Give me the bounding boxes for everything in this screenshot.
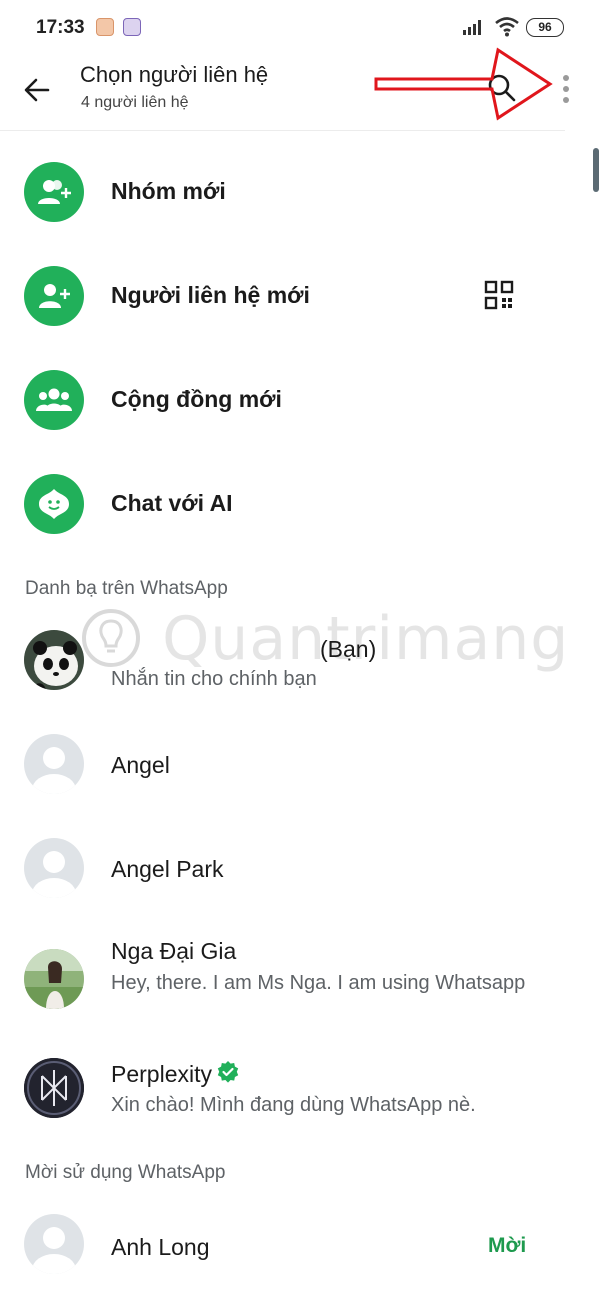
- more-options-button[interactable]: [552, 72, 580, 108]
- contact-row-perplexity[interactable]: Perplexity Xin chào! Mình đang dùng What…: [0, 1058, 580, 1122]
- community-icon: [24, 370, 84, 430]
- chat-with-ai-label: Chat với AI: [111, 490, 233, 516]
- group-add-icon: [24, 162, 84, 222]
- contact-name: Angel: [111, 752, 170, 778]
- app-notification-icon: [96, 18, 114, 36]
- contact-name-text: Perplexity: [111, 1061, 212, 1087]
- scrollbar[interactable]: [593, 148, 599, 192]
- contact-status: Nhắn tin cho chính bạn: [111, 668, 317, 690]
- wifi-icon: [495, 17, 519, 37]
- verified-badge-icon: [217, 1061, 239, 1083]
- annotation-arrow-icon: [374, 47, 553, 121]
- new-group-item[interactable]: Nhóm mới: [0, 162, 580, 242]
- contact-row-angel[interactable]: Angel: [0, 734, 580, 798]
- perplexity-logo-icon: [24, 1058, 84, 1118]
- contact-status: Xin chào! Mình đang dùng WhatsApp nè.: [111, 1094, 476, 1116]
- invite-button[interactable]: Mời: [488, 1234, 526, 1258]
- contact-count: 4 người liên hệ: [81, 94, 189, 111]
- default-avatar-icon: [24, 1214, 84, 1274]
- battery-indicator: 96: [526, 18, 564, 37]
- clock: 17:33: [36, 17, 85, 38]
- signal-icon: [463, 20, 481, 35]
- more-vert-icon: [552, 75, 580, 103]
- meta-ai-icon: [24, 474, 84, 534]
- page-title: Chọn người liên hệ: [80, 62, 269, 87]
- contact-row-nga-dai-gia[interactable]: Nga Đại Gia Hey, there. I am Ms Nga. I a…: [0, 936, 580, 1026]
- invite-row-anh-long[interactable]: Anh Long Mời: [0, 1214, 580, 1278]
- new-contact-item[interactable]: Người liên hệ mới: [0, 266, 580, 346]
- new-community-item[interactable]: Cộng đồng mới: [0, 370, 580, 450]
- chat-with-ai-item[interactable]: Chat với AI: [0, 474, 580, 554]
- contact-name: (Bạn): [320, 636, 377, 662]
- avatar-outdoor-photo: [24, 949, 84, 1009]
- avatar-panda-photo: [24, 630, 84, 690]
- contact-name: Angel Park: [111, 856, 224, 882]
- back-arrow-icon: [24, 78, 50, 102]
- contacts-section-header: Danh bạ trên WhatsApp: [25, 578, 228, 599]
- header-divider: [0, 130, 565, 131]
- back-button[interactable]: [18, 70, 58, 110]
- qr-code-icon[interactable]: [484, 280, 514, 310]
- viber-icon: [123, 18, 141, 36]
- contact-row-angel-park[interactable]: Angel Park: [0, 838, 580, 902]
- new-group-label: Nhóm mới: [111, 178, 226, 204]
- default-avatar-icon: [24, 734, 84, 794]
- person-add-icon: [24, 266, 84, 326]
- contact-row-self[interactable]: (Bạn) Nhắn tin cho chính bạn: [0, 630, 580, 700]
- new-contact-label: Người liên hệ mới: [111, 282, 310, 308]
- new-community-label: Cộng đồng mới: [111, 386, 282, 412]
- contact-status: Hey, there. I am Ms Nga. I am using What…: [111, 972, 526, 994]
- default-avatar-icon: [24, 838, 84, 898]
- contact-name: Anh Long: [111, 1234, 210, 1260]
- invite-section-header: Mời sử dụng WhatsApp: [25, 1162, 226, 1183]
- contact-name: Perplexity: [111, 1060, 240, 1088]
- contact-name: Nga Đại Gia: [111, 938, 237, 964]
